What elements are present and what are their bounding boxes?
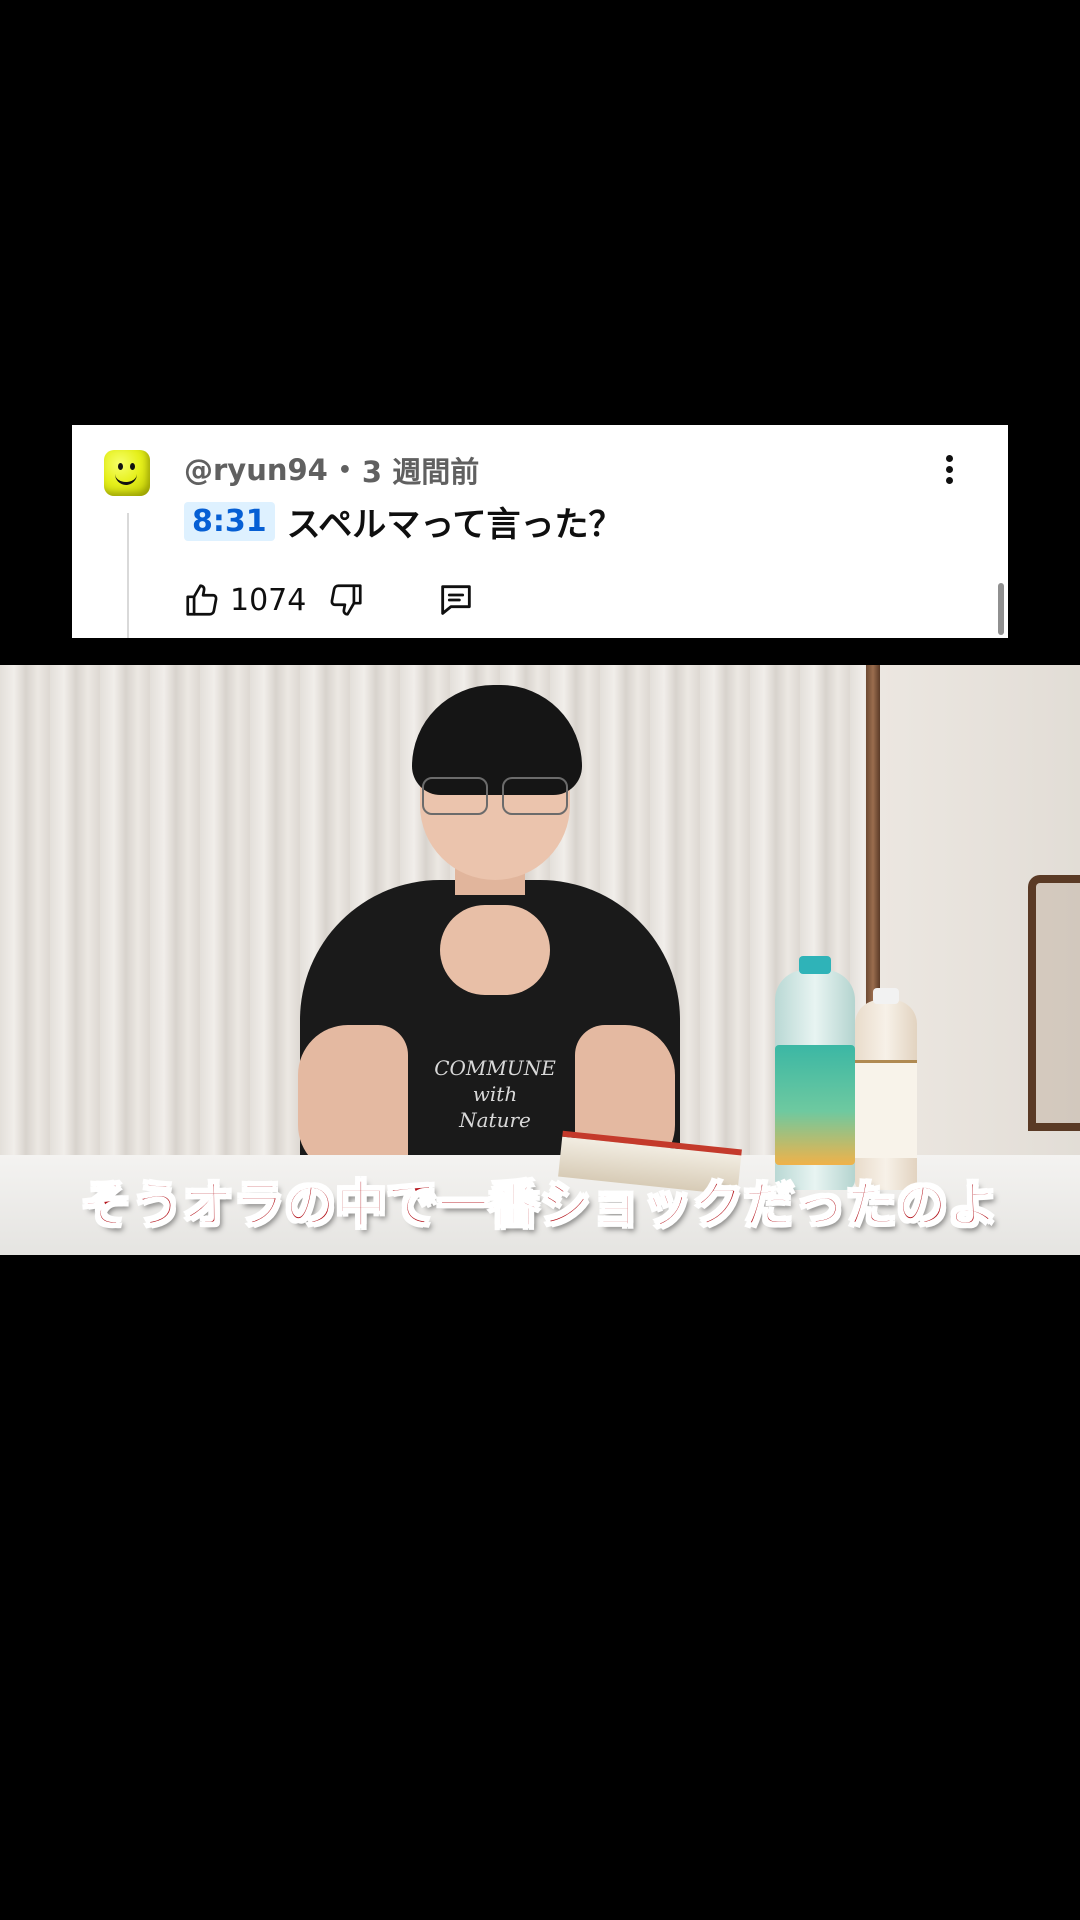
more-dot (945, 476, 953, 484)
avatar-mouth (115, 472, 137, 485)
thumbs-up-icon[interactable] (182, 580, 222, 620)
avatar[interactable] (104, 450, 150, 496)
shirt-print-line: COMMUNE (434, 1056, 556, 1080)
cafe-bottle (855, 988, 917, 1190)
more-dot (945, 454, 953, 462)
cafe-bottle-label (855, 1060, 917, 1158)
shirt-print: COMMUNE with Nature (430, 1055, 560, 1133)
comment-card: @ryun94 • 3 週間前 8:31 スペルマって言った？ 1074 (72, 425, 1008, 638)
scrollbar[interactable] (998, 583, 1004, 635)
video-subtitle: そうオラの中で一番ショックだったのよ (80, 1175, 999, 1235)
chair (1028, 875, 1080, 1131)
comment-meta: @ryun94 • 3 週間前 (184, 451, 479, 489)
tea-bottle-label (775, 1045, 855, 1165)
cafe-bottle-cap (873, 988, 899, 1004)
shirt-print-line: Nature (459, 1108, 531, 1132)
thread-line (127, 513, 129, 638)
person-glasses (422, 777, 568, 815)
comment-body: 8:31 スペルマって言った？ (184, 497, 623, 545)
screen: @ryun94 • 3 週間前 8:31 スペルマって言った？ 1074 COM… (0, 0, 1080, 1920)
tea-bottle (775, 956, 855, 1190)
video-frame[interactable]: COMMUNE with Nature そうオラの中で一番ショックだったのよ (0, 665, 1080, 1255)
avatar-eye-left (118, 463, 123, 470)
glasses-lens-left (422, 777, 488, 815)
comment-actions: 1074 (182, 577, 476, 623)
thumbs-down-icon[interactable] (326, 580, 366, 620)
more-dot (945, 465, 953, 473)
tea-bottle-cap (799, 956, 831, 974)
comment-text: スペルマって言った？ (286, 504, 623, 545)
comment-author[interactable]: @ryun94 (184, 453, 328, 487)
person-hands (440, 905, 550, 995)
timestamp-link[interactable]: 8:31 (184, 501, 275, 541)
avatar-eye-right (130, 463, 135, 470)
comment-posted-time: 3 週間前 (361, 455, 480, 489)
comment-reply-icon[interactable] (436, 580, 476, 620)
more-vert-icon[interactable] (934, 449, 964, 489)
meta-separator: • (337, 457, 352, 483)
glasses-lens-right (502, 777, 568, 815)
like-count: 1074 (230, 582, 307, 618)
person-arm-left (298, 1025, 408, 1175)
shirt-print-line: with (472, 1082, 518, 1106)
